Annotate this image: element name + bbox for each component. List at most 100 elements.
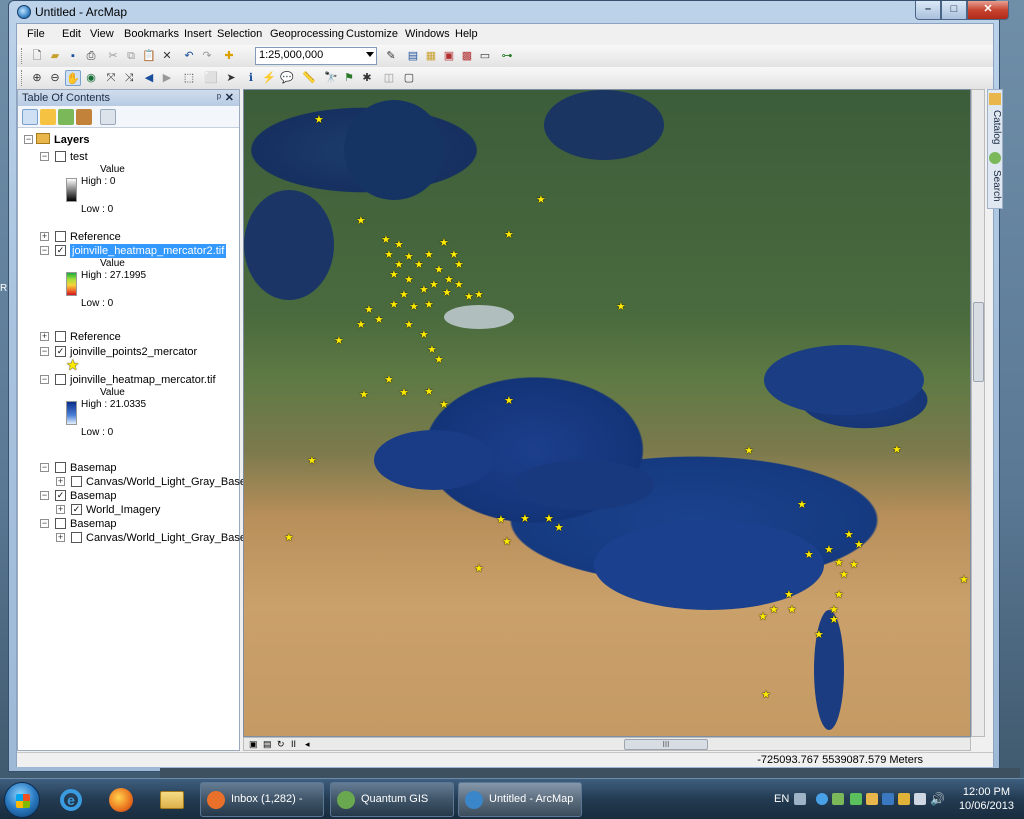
menu-customize[interactable]: Customize — [346, 28, 398, 40]
go-to-xy-icon[interactable]: ✱ — [359, 70, 375, 86]
firefox-icon[interactable] — [100, 782, 140, 817]
horizontal-scroll-thumb[interactable]: III — [624, 739, 708, 750]
vertical-scroll-thumb[interactable] — [973, 302, 984, 382]
map-point-star-icon[interactable]: ★ — [892, 445, 902, 456]
layer-name[interactable]: Canvas/World_Light_Gray_Base — [86, 475, 246, 489]
layer-expander[interactable]: + — [40, 232, 49, 241]
map-point-star-icon[interactable]: ★ — [429, 280, 439, 291]
map-point-star-icon[interactable]: ★ — [464, 292, 474, 303]
layers-root-label[interactable]: Layers — [54, 133, 89, 147]
layout-view-icon[interactable]: ▤ — [263, 737, 272, 751]
redo-icon[interactable]: ↷ — [199, 48, 215, 64]
map-point-star-icon[interactable]: ★ — [616, 302, 626, 313]
list-by-source-icon[interactable] — [40, 109, 56, 125]
fixed-zoom-in-icon[interactable]: ⤧ — [103, 70, 119, 86]
legend-color-ramp[interactable] — [66, 178, 77, 202]
open-folder-icon[interactable]: ▰ — [47, 48, 63, 64]
map-point-star-icon[interactable]: ★ — [434, 265, 444, 276]
map-horizontal-scrollbar[interactable]: III — [243, 737, 971, 751]
map-display[interactable]: ★ ★ ★ ★ ★ ★ ★ ★ ★ ★ ★ ★ ★ ★ ★ ★ ★ ★ ★ ★ ★ ★ ★ ★ ★ ★ ★ ★ ★ ★ ★ ★ ★ ★ ★ ★ ★ ★ ★ ★… — [243, 89, 971, 737]
map-point-star-icon[interactable]: ★ — [359, 390, 369, 401]
map-point-star-icon[interactable]: ★ — [839, 570, 849, 581]
arctoolbox-icon[interactable]: ▩ — [459, 48, 475, 64]
layer-visibility-checkbox[interactable]: ✓ — [55, 245, 66, 256]
layer-visibility-checkbox[interactable] — [71, 532, 82, 543]
add-data-icon[interactable]: ✚ — [221, 48, 237, 64]
tray-app-icon[interactable] — [832, 793, 844, 805]
layer-name[interactable]: joinville_heatmap_mercator.tif — [70, 373, 216, 387]
layer-visibility-checkbox[interactable] — [55, 374, 66, 385]
html-popup-icon[interactable]: 💬 — [279, 70, 295, 86]
paste-icon[interactable]: 📋 — [141, 48, 157, 64]
map-point-star-icon[interactable]: ★ — [824, 545, 834, 556]
keyboard-icon[interactable] — [794, 793, 806, 805]
select-elements-icon[interactable]: ➤ — [223, 70, 239, 86]
toolbar-grip[interactable] — [21, 70, 24, 86]
point-symbol-star-icon[interactable]: ★ — [66, 358, 79, 373]
map-point-star-icon[interactable]: ★ — [374, 315, 384, 326]
back-extent-icon[interactable]: ◀ — [141, 70, 157, 86]
pin-icon[interactable]: ᵖ — [217, 92, 221, 104]
map-point-star-icon[interactable]: ★ — [404, 320, 414, 331]
file-explorer-icon[interactable] — [152, 782, 192, 817]
map-point-star-icon[interactable]: ★ — [959, 575, 969, 586]
map-vertical-scrollbar[interactable] — [971, 89, 985, 737]
map-point-star-icon[interactable]: ★ — [419, 330, 429, 341]
layer-expander[interactable]: − — [40, 519, 49, 528]
python-window-icon[interactable]: ▭ — [477, 48, 493, 64]
map-point-star-icon[interactable]: ★ — [504, 230, 514, 241]
layer-expander[interactable]: + — [56, 477, 65, 486]
language-indicator[interactable]: EN — [774, 793, 789, 805]
layer-expander[interactable]: − — [40, 375, 49, 384]
close-button[interactable]: ✕ — [967, 1, 1009, 20]
map-point-star-icon[interactable]: ★ — [394, 240, 404, 251]
pause-drawing-icon[interactable]: II — [291, 737, 296, 751]
map-point-star-icon[interactable]: ★ — [502, 537, 512, 548]
copy-icon[interactable]: ⧉ — [123, 48, 139, 64]
layer-visibility-checkbox[interactable] — [55, 331, 66, 342]
layer-visibility-checkbox[interactable] — [71, 476, 82, 487]
map-point-star-icon[interactable]: ★ — [844, 530, 854, 541]
layer-expander[interactable]: + — [40, 332, 49, 341]
map-point-star-icon[interactable]: ★ — [384, 375, 394, 386]
map-point-star-icon[interactable]: ★ — [381, 235, 391, 246]
menu-selection[interactable]: Selection — [217, 28, 262, 40]
menu-windows[interactable]: Windows — [405, 28, 450, 40]
map-point-star-icon[interactable]: ★ — [434, 355, 444, 366]
map-point-star-icon[interactable]: ★ — [761, 690, 771, 701]
legend-color-ramp[interactable] — [66, 272, 77, 296]
map-point-star-icon[interactable]: ★ — [444, 275, 454, 286]
layer-expander[interactable]: − — [40, 246, 49, 255]
map-point-star-icon[interactable]: ★ — [544, 514, 554, 525]
menu-bookmarks[interactable]: Bookmarks — [124, 28, 179, 40]
layer-name[interactable]: World_Imagery — [86, 503, 160, 517]
hyperlink-icon[interactable]: ⚡ — [261, 70, 277, 86]
layer-visibility-checkbox[interactable]: ✓ — [71, 504, 82, 515]
taskbar-button[interactable]: Quantum GIS 1.8.... — [330, 782, 454, 817]
chevron-down-icon[interactable] — [366, 52, 374, 57]
layer-name[interactable]: Reference — [70, 230, 121, 244]
map-point-star-icon[interactable]: ★ — [284, 533, 294, 544]
undo-icon[interactable]: ↶ — [181, 48, 197, 64]
map-point-star-icon[interactable]: ★ — [439, 400, 449, 411]
map-point-star-icon[interactable]: ★ — [334, 336, 344, 347]
map-scale-combo[interactable]: 1:25,000,000 — [255, 47, 377, 65]
layers-expander[interactable]: − — [24, 135, 33, 144]
map-point-star-icon[interactable]: ★ — [474, 564, 484, 575]
toc-window-icon[interactable]: ▤ — [405, 48, 421, 64]
map-point-star-icon[interactable]: ★ — [834, 590, 844, 601]
data-view-icon[interactable]: ▣ — [249, 737, 258, 751]
full-extent-icon[interactable]: ◉ — [83, 70, 99, 86]
catalog-side-tab[interactable]: Catalog — [988, 106, 1002, 148]
map-point-star-icon[interactable]: ★ — [758, 612, 768, 623]
map-point-star-icon[interactable]: ★ — [389, 300, 399, 311]
list-by-selection-icon[interactable] — [76, 109, 92, 125]
map-point-star-icon[interactable]: ★ — [404, 252, 414, 263]
volume-icon[interactable]: 🔊 — [930, 793, 945, 805]
menu-file[interactable]: File — [27, 28, 45, 40]
map-point-star-icon[interactable]: ★ — [394, 260, 404, 271]
identify-icon[interactable]: ℹ — [243, 70, 259, 86]
map-point-star-icon[interactable]: ★ — [314, 115, 324, 126]
save-icon[interactable]: ▪ — [65, 48, 81, 64]
map-point-star-icon[interactable]: ★ — [536, 195, 546, 206]
